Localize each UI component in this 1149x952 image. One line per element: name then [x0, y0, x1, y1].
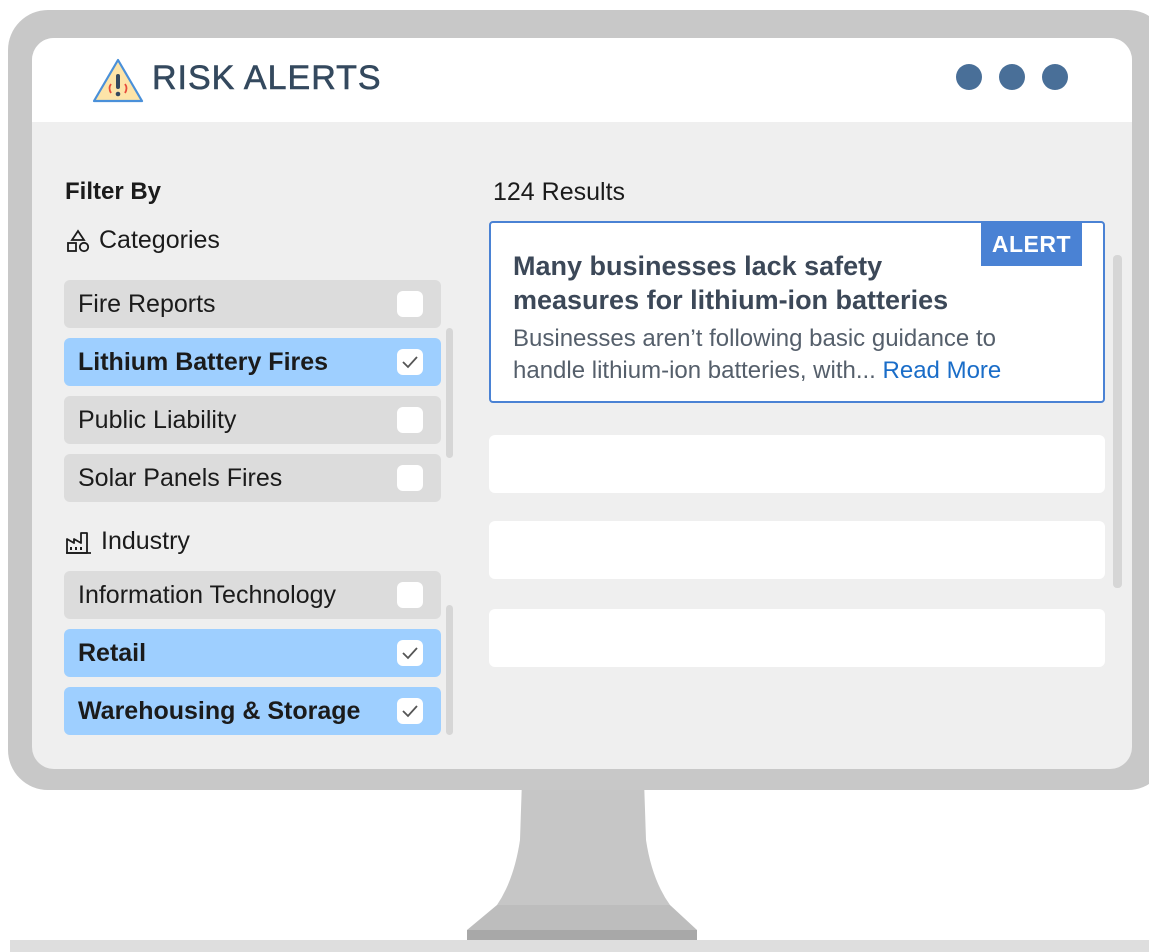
app-header: RISK ALERTS [32, 38, 1132, 122]
checkbox[interactable] [397, 582, 423, 608]
alert-badge: ALERT [980, 223, 1082, 266]
check-icon [402, 356, 418, 369]
factory-icon [66, 531, 91, 554]
desk-surface [10, 940, 1149, 952]
filter-item-lithium-battery-fires[interactable]: Lithium Battery Fires [64, 338, 441, 386]
result-placeholder [489, 609, 1105, 667]
result-title[interactable]: Many businesses lack safety measures for… [513, 249, 993, 317]
industry-scrollbar[interactable] [446, 605, 453, 735]
result-placeholder [489, 435, 1105, 493]
categories-heading-label: Categories [99, 226, 220, 254]
results-count: 124 Results [493, 178, 626, 206]
result-card[interactable]: ALERT Many businesses lack safety measur… [489, 221, 1105, 403]
categories-list: Fire Reports Lithium Battery Fires Publi… [64, 280, 441, 512]
app-window: RISK ALERTS Filter By Categories Fire Re… [32, 38, 1132, 769]
filter-item-label: Information Technology [78, 580, 337, 609]
shapes-icon [67, 228, 90, 252]
window-controls [956, 64, 1068, 90]
checkbox[interactable] [397, 291, 423, 317]
filter-title: Filter By [65, 178, 162, 205]
filter-item-label: Warehousing & Storage [78, 696, 361, 725]
industry-list: Information Technology Retail Warehousin… [64, 571, 441, 745]
filter-item-label: Lithium Battery Fires [78, 347, 329, 376]
categories-heading: Categories [65, 226, 220, 255]
filter-item-fire-reports[interactable]: Fire Reports [64, 280, 441, 328]
filter-item-solar-panels-fires[interactable]: Solar Panels Fires [64, 454, 441, 502]
filter-item-information-technology[interactable]: Information Technology [64, 571, 441, 619]
filter-item-label: Retail [78, 638, 147, 667]
app-title: RISK ALERTS [152, 59, 382, 98]
window-dot[interactable] [956, 64, 982, 90]
window-dot[interactable] [1042, 64, 1068, 90]
industry-heading-label: Industry [101, 527, 190, 555]
results-scrollbar[interactable] [1113, 255, 1122, 588]
result-snippet: Businesses aren’t following basic guidan… [513, 323, 1073, 387]
filter-item-label: Solar Panels Fires [78, 463, 283, 492]
checkbox[interactable] [397, 407, 423, 433]
check-icon [402, 647, 418, 660]
checkbox[interactable] [397, 640, 423, 666]
result-placeholder [489, 521, 1105, 579]
check-icon [402, 705, 418, 718]
filter-item-public-liability[interactable]: Public Liability [64, 396, 441, 444]
filter-item-retail[interactable]: Retail [64, 629, 441, 677]
categories-scrollbar[interactable] [446, 328, 453, 458]
filter-item-label: Public Liability [78, 405, 237, 434]
window-dot[interactable] [999, 64, 1025, 90]
checkbox[interactable] [397, 698, 423, 724]
checkbox[interactable] [397, 349, 423, 375]
read-more-link[interactable]: Read More [883, 357, 1002, 384]
industry-heading: Industry [65, 527, 190, 556]
warning-signal-icon [92, 58, 144, 103]
checkbox[interactable] [397, 465, 423, 491]
filter-item-warehousing-storage[interactable]: Warehousing & Storage [64, 687, 441, 735]
filter-item-label: Fire Reports [78, 289, 216, 318]
